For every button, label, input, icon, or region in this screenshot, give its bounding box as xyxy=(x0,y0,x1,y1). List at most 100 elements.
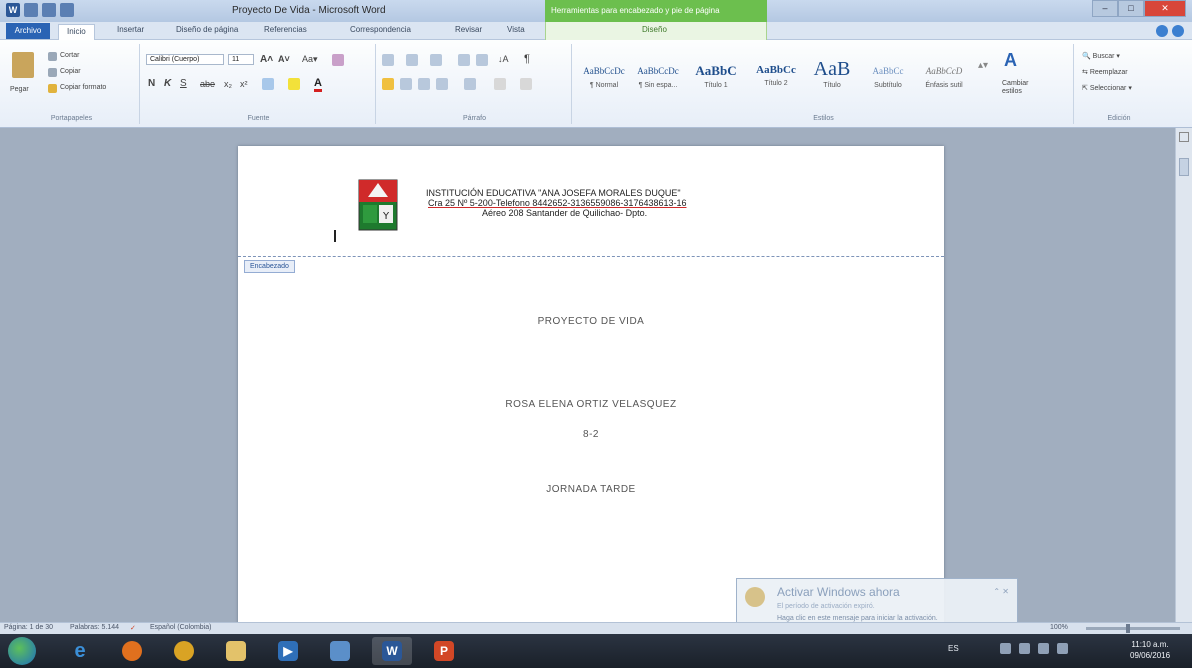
style-heading-2[interactable]: AaBbCc Título 2 xyxy=(750,58,802,98)
input-language[interactable]: ES xyxy=(948,644,959,653)
style-no-spacing[interactable]: AaBbCcDc ¶ Sin espa... xyxy=(632,58,684,98)
word-app-icon[interactable]: W xyxy=(6,3,20,17)
page-count[interactable]: Página: 1 de 30 xyxy=(4,624,53,631)
justify-icon[interactable] xyxy=(436,78,448,90)
numbering-icon[interactable] xyxy=(406,54,418,66)
taskbar-network[interactable] xyxy=(320,637,360,665)
increase-indent-icon[interactable] xyxy=(476,54,488,66)
paste-button[interactable]: Pegar xyxy=(10,86,29,93)
font-name-select[interactable]: Calibri (Cuerpo) xyxy=(146,54,224,65)
find-button[interactable]: 🔍 Buscar ▾ xyxy=(1082,52,1120,60)
toast-close-icon[interactable]: ⌃ ✕ xyxy=(993,587,1009,596)
taskbar-powerpoint[interactable]: P xyxy=(424,637,464,665)
tab-page-layout[interactable]: Diseño de página xyxy=(176,25,238,34)
tab-view[interactable]: Vista xyxy=(507,25,525,34)
change-case-button[interactable]: Aa▾ xyxy=(302,54,318,65)
undo-icon[interactable] xyxy=(42,3,56,17)
sort-button[interactable]: ↓A xyxy=(498,54,509,64)
tab-mailings[interactable]: Correspondencia xyxy=(350,25,411,34)
italic-button[interactable]: K xyxy=(164,78,171,89)
line-spacing-icon[interactable] xyxy=(464,78,476,90)
doc-student-name[interactable]: ROSA ELENA ORTIZ VELASQUEZ xyxy=(238,399,944,410)
style-subtitle[interactable]: AaBbCc Subtítulo xyxy=(862,58,914,98)
bold-button[interactable]: N xyxy=(148,78,155,89)
shrink-font-button[interactable]: A˅ xyxy=(278,54,290,64)
align-right-icon[interactable] xyxy=(418,78,430,90)
multilevel-list-icon[interactable] xyxy=(430,54,442,66)
decrease-indent-icon[interactable] xyxy=(458,54,470,66)
redo-icon[interactable] xyxy=(60,3,74,17)
superscript-button[interactable]: x² xyxy=(240,79,248,89)
taskbar-media[interactable]: ▶ xyxy=(268,637,308,665)
doc-title[interactable]: PROYECTO DE VIDA xyxy=(238,316,944,327)
minimize-button[interactable]: – xyxy=(1092,0,1118,17)
tab-references[interactable]: Referencias xyxy=(264,25,307,34)
paste-icon[interactable] xyxy=(12,52,34,78)
strikethrough-button[interactable]: abe xyxy=(200,79,215,89)
cut-icon[interactable] xyxy=(48,52,57,61)
align-left-icon[interactable] xyxy=(382,78,394,90)
scroll-thumb[interactable] xyxy=(1179,158,1189,176)
zoom-slider[interactable] xyxy=(1086,627,1180,630)
highlight-icon[interactable] xyxy=(288,78,300,90)
copy-button[interactable]: Copiar xyxy=(60,68,81,75)
header-tag[interactable]: Encabezado xyxy=(244,260,295,273)
minimize-ribbon-icon[interactable] xyxy=(1156,25,1168,37)
institution-header[interactable]: INSTITUCIÓN EDUCATIVA "ANA JOSEFA MORALE… xyxy=(426,188,687,218)
close-button[interactable]: ✕ xyxy=(1144,0,1186,17)
doc-shift[interactable]: JORNADA TARDE xyxy=(238,484,944,495)
change-styles-icon[interactable]: A xyxy=(1004,50,1017,71)
style-heading-1[interactable]: AaBbC Título 1 xyxy=(690,58,742,98)
replace-button[interactable]: ⇆ Reemplazar xyxy=(1082,68,1128,76)
format-painter-icon[interactable] xyxy=(48,84,57,93)
zoom-slider-knob[interactable] xyxy=(1126,624,1130,633)
format-painter-button[interactable]: Copiar formato xyxy=(60,84,106,91)
show-marks-button[interactable]: ¶ xyxy=(524,53,530,65)
tab-home[interactable]: Inicio xyxy=(58,24,95,40)
style-normal[interactable]: AaBbCcDc ¶ Normal xyxy=(578,58,630,98)
taskbar-ie[interactable]: e xyxy=(60,637,100,665)
tab-insert[interactable]: Insertar xyxy=(117,25,144,34)
font-color-button[interactable]: A xyxy=(314,77,322,92)
underline-button[interactable]: S xyxy=(180,78,187,89)
language-indicator[interactable]: Español (Colombia) xyxy=(150,624,211,631)
shading-icon[interactable] xyxy=(494,78,506,90)
tab-header-footer-design[interactable]: Diseño xyxy=(642,25,667,34)
font-size-select[interactable]: 11 xyxy=(228,54,254,65)
select-button[interactable]: ⇱ Seleccionar ▾ xyxy=(1082,84,1132,92)
align-center-icon[interactable] xyxy=(400,78,412,90)
document-page[interactable]: Y INSTITUCIÓN EDUCATIVA "ANA JOSEFA MORA… xyxy=(238,146,944,626)
tab-file[interactable]: Archivo xyxy=(6,23,50,39)
network-tray-icon[interactable] xyxy=(1038,643,1049,654)
start-button[interactable] xyxy=(8,637,36,665)
doc-grade[interactable]: 8-2 xyxy=(238,429,944,440)
copy-icon[interactable] xyxy=(48,68,57,77)
bullets-icon[interactable] xyxy=(382,54,394,66)
taskbar-word[interactable]: W xyxy=(372,637,412,665)
maximize-button[interactable]: □ xyxy=(1118,0,1144,17)
style-title[interactable]: AaB Título xyxy=(806,58,858,98)
styles-more-icon[interactable]: ▴▾ xyxy=(978,60,988,71)
taskbar-firefox[interactable] xyxy=(112,637,152,665)
save-icon[interactable] xyxy=(24,3,38,17)
spelling-icon[interactable]: ✓ xyxy=(130,624,136,632)
vertical-scrollbar[interactable] xyxy=(1175,128,1192,622)
subscript-button[interactable]: x₂ xyxy=(224,79,232,89)
tab-review[interactable]: Revisar xyxy=(455,25,482,34)
word-count[interactable]: Palabras: 5.144 xyxy=(70,624,119,631)
clock[interactable]: 11:10 a.m. 09/06/2016 xyxy=(1130,639,1170,661)
help-icon[interactable] xyxy=(1172,25,1184,37)
action-center-icon[interactable] xyxy=(1019,643,1030,654)
zoom-level[interactable]: 100% xyxy=(1050,624,1068,631)
grow-font-button[interactable]: A˄ xyxy=(260,54,273,65)
text-effects-icon[interactable] xyxy=(262,78,274,90)
style-subtle-emphasis[interactable]: AaBbCcD Énfasis sutil xyxy=(918,58,970,98)
tray-arrow-icon[interactable] xyxy=(1000,643,1011,654)
ruler-toggle-icon[interactable] xyxy=(1179,132,1189,142)
taskbar-explorer[interactable] xyxy=(216,637,256,665)
clear-format-icon[interactable] xyxy=(332,54,344,66)
change-styles-button[interactable]: Cambiar estilos xyxy=(1002,80,1038,96)
cut-button[interactable]: Cortar xyxy=(60,52,79,59)
taskbar-chrome[interactable] xyxy=(164,637,204,665)
volume-icon[interactable] xyxy=(1057,643,1068,654)
